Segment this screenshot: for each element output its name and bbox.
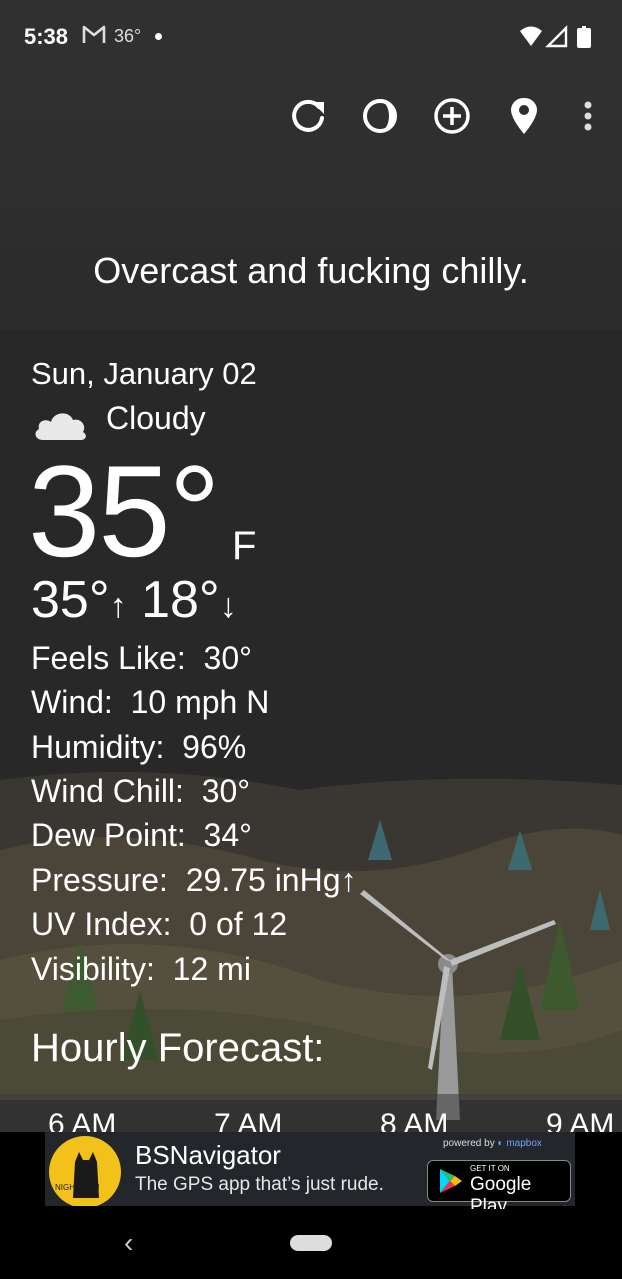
detail-dew-point: Dew Point: 34° — [31, 817, 252, 853]
ad-title: BSNavigator — [135, 1140, 281, 1170]
hour-label: 9 AM — [546, 1108, 615, 1132]
system-status-icons — [520, 25, 591, 48]
theme-icon — [363, 99, 397, 133]
theme-button[interactable] — [356, 92, 404, 140]
temperature-unit: F — [232, 524, 257, 568]
detail-wind-chill: Wind Chill: 30° — [31, 773, 251, 809]
wifi-icon — [520, 26, 542, 46]
back-icon[interactable]: ‹ — [124, 1227, 133, 1259]
ad-subtitle: The GPS app that’s just rude. — [135, 1174, 384, 1195]
location-pin-icon — [511, 98, 537, 134]
system-nav-bar: ‹ — [0, 1209, 622, 1279]
store-small-label: GET IT ON — [470, 1164, 510, 1173]
location-button[interactable] — [500, 92, 548, 140]
hourly-forecast-strip[interactable]: 6 AM 7 AM 8 AM 9 AM — [0, 1094, 622, 1132]
ad-powered-by: powered by ◐ mapbox — [443, 1138, 542, 1149]
google-play-badge[interactable]: GET IT ON Google Play — [427, 1160, 571, 1217]
bsnavigator-logo: NIGHT CAT! — [45, 1132, 131, 1206]
hourly-forecast-title: Hourly Forecast: — [31, 1026, 325, 1070]
detail-uv-index: UV Index: 0 of 12 — [31, 906, 288, 942]
refresh-button[interactable] — [284, 92, 332, 140]
play-store-icon — [440, 1169, 462, 1193]
hour-label: 6 AM — [48, 1108, 117, 1132]
refresh-icon — [292, 99, 324, 132]
status-temperature: 36° — [114, 26, 142, 46]
weather-tagline: Overcast and fucking chilly. — [93, 250, 529, 291]
hour-label: 7 AM — [214, 1108, 283, 1132]
notification-dot-icon — [155, 33, 162, 40]
detail-wind: Wind: 10 mph N — [31, 684, 270, 720]
arrow-up-icon: ↑ — [109, 587, 127, 625]
add-location-button[interactable] — [428, 92, 476, 140]
mapbox-icon: ◐ — [497, 1138, 504, 1149]
more-vert-icon — [584, 101, 592, 131]
high-temperature: 35° — [31, 571, 110, 629]
home-pill-icon[interactable] — [290, 1235, 332, 1251]
more-options-button[interactable] — [564, 92, 612, 140]
current-temperature: 35° — [28, 438, 221, 584]
condition-label: Cloudy — [106, 400, 206, 436]
gmail-icon — [82, 25, 106, 43]
date-label: Sun, January 02 — [31, 356, 257, 391]
detail-humidity: Humidity: 96% — [31, 729, 247, 765]
low-temperature: 18° — [141, 571, 220, 629]
high-low-temperature: 35°↑ 18°↓ — [31, 570, 237, 630]
signal-icon — [545, 25, 568, 48]
hour-label: 8 AM — [380, 1108, 449, 1132]
status-bar: 5:38 36° — [0, 0, 622, 72]
detail-feels-like: Feels Like: 30° — [31, 640, 252, 676]
ad-logo-text: NIGHT CAT! — [55, 1183, 100, 1192]
detail-pressure: Pressure: 29.75 inHg↑ — [31, 862, 357, 898]
detail-visibility: Visibility: 12 mi — [31, 951, 251, 987]
ad-banner[interactable]: NIGHT CAT! BSNavigator The GPS app that’… — [0, 1132, 622, 1217]
ad-content[interactable]: NIGHT CAT! BSNavigator The GPS app that’… — [45, 1132, 575, 1217]
battery-icon — [577, 26, 591, 48]
status-time: 5:38 — [24, 24, 69, 49]
arrow-down-icon: ↓ — [219, 587, 237, 625]
add-location-icon — [434, 98, 470, 134]
